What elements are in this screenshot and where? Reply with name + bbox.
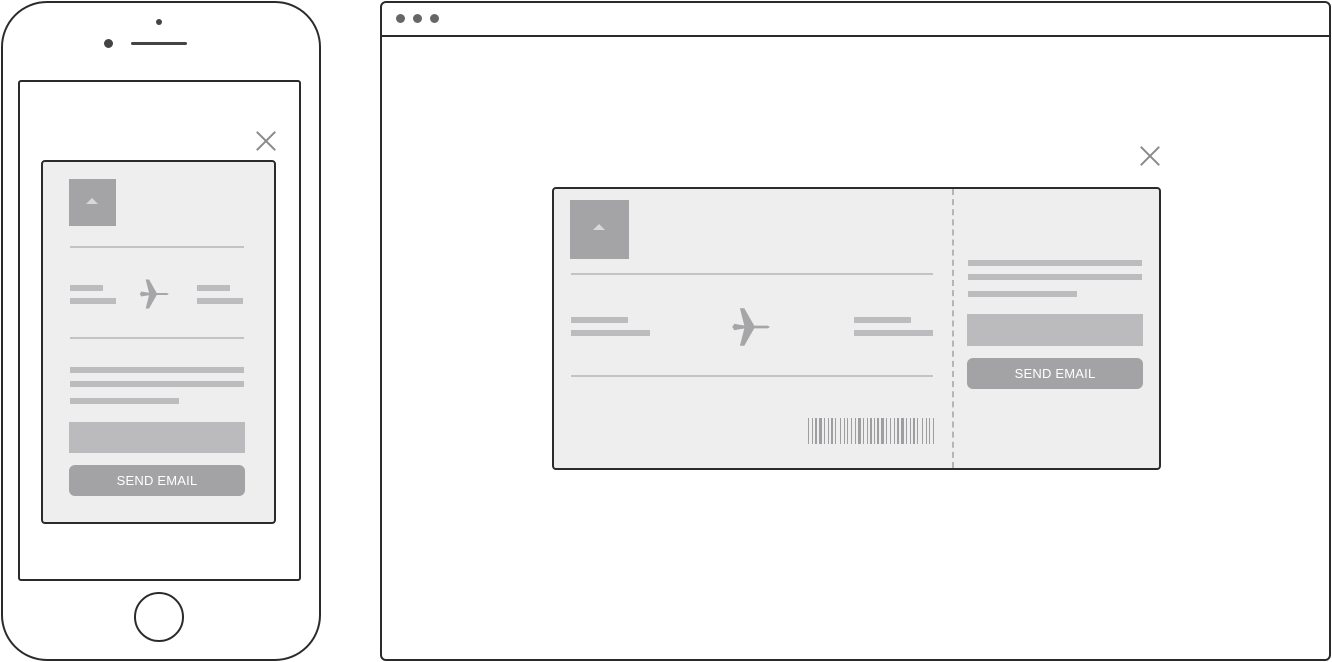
text-line-placeholder	[968, 274, 1142, 280]
text-line-placeholder	[70, 381, 244, 387]
phone-camera	[156, 19, 162, 25]
mountain-icon	[86, 198, 98, 204]
origin-name-placeholder	[571, 330, 650, 336]
phone-speaker	[131, 42, 187, 45]
window-control-dot[interactable]	[430, 14, 439, 23]
phone-home-button[interactable]	[134, 592, 184, 642]
text-line-placeholder	[70, 367, 244, 373]
text-line-placeholder	[968, 291, 1077, 297]
divider	[571, 375, 933, 377]
airplane-icon	[139, 279, 169, 309]
text-line-placeholder	[70, 398, 179, 404]
close-icon[interactable]	[1139, 145, 1161, 167]
send-email-button[interactable]: SEND EMAIL	[967, 358, 1143, 389]
browser-titlebar-divider	[380, 35, 1331, 37]
airplane-icon	[732, 308, 770, 346]
phone-front-sensor	[104, 39, 113, 48]
destination-code-placeholder	[197, 285, 230, 291]
divider	[70, 246, 244, 248]
destination-name-placeholder	[197, 298, 243, 304]
divider	[70, 337, 244, 339]
destination-code-placeholder	[854, 317, 911, 323]
barcode-icon	[808, 418, 934, 444]
divider	[571, 273, 933, 275]
origin-code-placeholder	[70, 285, 103, 291]
origin-code-placeholder	[571, 317, 628, 323]
text-line-placeholder	[968, 260, 1142, 266]
email-field[interactable]	[69, 422, 245, 453]
window-control-dot[interactable]	[413, 14, 422, 23]
close-icon[interactable]	[255, 130, 277, 152]
window-control-dot[interactable]	[396, 14, 405, 23]
email-field[interactable]	[967, 314, 1143, 346]
origin-name-placeholder	[70, 298, 116, 304]
ticket-perforation	[952, 189, 954, 468]
send-email-button[interactable]: SEND EMAIL	[69, 465, 245, 496]
mountain-icon	[593, 224, 605, 230]
destination-name-placeholder	[854, 330, 933, 336]
